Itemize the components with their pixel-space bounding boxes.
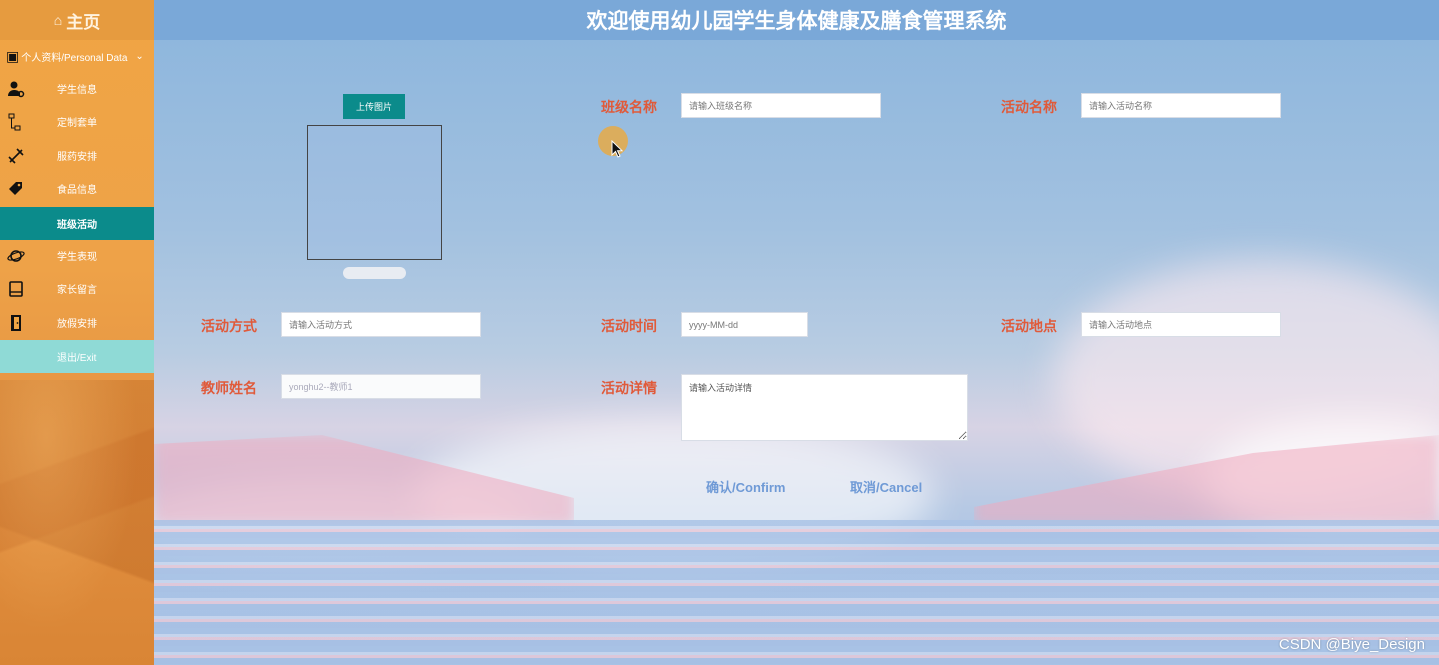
sidebar-item-label: 服药安排 xyxy=(57,152,97,163)
planet-icon xyxy=(6,246,26,266)
class-name-label: 班级名称 xyxy=(601,99,657,115)
teacher-name-label: 教师姓名 xyxy=(201,380,257,396)
activity-method-input[interactable] xyxy=(281,312,481,337)
sidebar-item-parent-message[interactable]: 家长留言 xyxy=(0,272,154,305)
sidebar-item-label: 家长留言 xyxy=(57,285,97,296)
page-title: 欢迎使用幼儿园学生身体健康及膳食管理系统 xyxy=(154,0,1439,40)
activity-detail-label: 活动详情 xyxy=(601,380,657,396)
image-preview xyxy=(307,125,442,260)
sidebar-item-class-activity[interactable]: 班级活动 xyxy=(0,207,154,240)
personal-data-group[interactable]: ▣ 个人资料/Personal Data ⌄ xyxy=(0,42,154,70)
book-icon xyxy=(6,279,26,299)
sidebar-item-label: 放假安排 xyxy=(57,319,97,330)
sidebar-item-label: 学生表现 xyxy=(57,252,97,263)
activity-time-label: 活动时间 xyxy=(601,318,657,334)
tags-icon xyxy=(6,179,26,199)
home-link[interactable]: ⌂ 主页 xyxy=(0,0,154,40)
sidebar-item-label: 学生信息 xyxy=(57,85,97,96)
sidebar-item-medication[interactable]: 服药安排 xyxy=(0,139,154,172)
image-caption-bar xyxy=(343,267,406,279)
home-icon: ⌂ xyxy=(53,12,63,28)
teacher-name-input[interactable] xyxy=(281,374,481,399)
user-gear-icon xyxy=(6,79,26,99)
activity-name-input[interactable] xyxy=(1081,93,1281,118)
pencil-ruler-icon xyxy=(6,146,26,166)
watermark: CSDN @Biye_Design xyxy=(1278,636,1425,653)
activity-time-input[interactable] xyxy=(681,312,808,337)
sidebar-item-student-performance[interactable]: 学生表现 xyxy=(0,239,154,272)
activity-detail-textarea[interactable] xyxy=(681,374,968,441)
class-name-input[interactable] xyxy=(681,93,881,118)
sidebar-item-food-info[interactable]: 食品信息 xyxy=(0,172,154,205)
sidebar-item-holiday[interactable]: 放假安排 xyxy=(0,306,154,339)
activity-method-label: 活动方式 xyxy=(201,318,257,334)
activity-place-input[interactable] xyxy=(1081,312,1281,337)
door-icon xyxy=(6,313,26,333)
confirm-button[interactable]: 确认/Confirm xyxy=(706,477,785,496)
sitemap-icon xyxy=(6,112,26,132)
upload-image-button[interactable]: 上传图片 xyxy=(343,94,405,119)
group-label: 个人资料/Personal Data xyxy=(21,52,128,64)
sidebar-item-label: 退出/Exit xyxy=(57,353,97,364)
sidebar-item-label: 定制套单 xyxy=(57,118,97,129)
sidebar-item-student-info[interactable]: 学生信息 xyxy=(0,72,154,105)
chevron-down-icon: ⌄ xyxy=(135,50,144,62)
sidebar-item-exit[interactable]: 退出/Exit xyxy=(0,340,154,373)
home-label: 主页 xyxy=(66,12,101,32)
activity-name-label: 活动名称 xyxy=(1001,99,1057,115)
sidebar-item-label: 班级活动 xyxy=(57,220,97,231)
id-card-icon: ▣ xyxy=(6,47,20,64)
activity-place-label: 活动地点 xyxy=(1001,318,1057,334)
sidebar-item-label: 食品信息 xyxy=(57,185,97,196)
water-decoration xyxy=(154,520,1439,665)
mouse-cursor-icon xyxy=(611,140,623,158)
cancel-button[interactable]: 取消/Cancel xyxy=(850,477,922,496)
sidebar: ⌂ 主页 ▣ 个人资料/Personal Data ⌄ 学生信息 定制套单 服药… xyxy=(0,0,154,665)
sidebar-item-custom-package[interactable]: 定制套单 xyxy=(0,105,154,138)
